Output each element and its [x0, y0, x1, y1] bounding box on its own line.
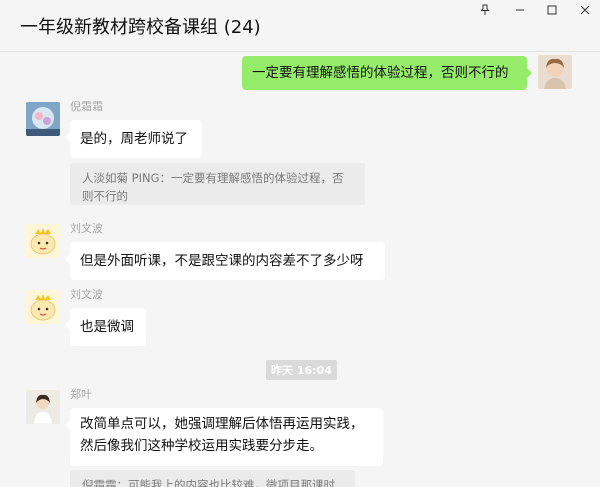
quoted-message[interactable]: 人淡如菊 PING：一定要有理解感悟的体验过程，否则不行的 [70, 163, 365, 205]
chat-title: 一年级新教材跨校备课组 (24) [20, 17, 261, 38]
close-icon[interactable] [570, 0, 600, 20]
avatar[interactable] [26, 390, 60, 424]
message-text: 一定要有理解感悟的体验过程，否则不行的 [252, 65, 509, 81]
sender-name: 刘文波 [70, 222, 103, 235]
message-bubble[interactable]: 改简单点可以，她强调理解后体悟再运用实践，然后像我们这种学校运用实践要分步走。 [65, 408, 383, 466]
avatar[interactable] [26, 102, 60, 136]
message-text: 但是外面听课，不是跟空课的内容差不了多少呀 [80, 253, 364, 269]
message-bubble[interactable]: 是的，周老师说了 [65, 120, 202, 158]
sender-name: 倪霜霜 [70, 100, 103, 113]
time-divider: 昨天 16:04 [266, 360, 337, 380]
message-text: 也是微调 [80, 319, 134, 335]
message-text: 改简单点可以，她强调理解后体悟再运用实践，然后像我们这种学校运用实践要分步走。 [80, 416, 364, 454]
sender-name: 刘文波 [70, 288, 103, 301]
sender-name: 郑叶 [70, 388, 92, 401]
message-text: 是的，周老师说了 [80, 131, 188, 147]
message-list[interactable]: 一定要有理解感悟的体验过程，否则不行的 倪霜霜 是的，周老师说了 人淡如菊 PI… [0, 52, 600, 487]
message-bubble[interactable]: 也是微调 [65, 308, 146, 346]
minimize-icon[interactable] [505, 0, 535, 20]
pin-icon[interactable] [470, 0, 500, 20]
avatar[interactable] [26, 290, 60, 324]
avatar[interactable] [26, 224, 60, 258]
maximize-icon[interactable] [537, 0, 567, 20]
quoted-message[interactable]: 倪霜霜：可能我上的内容也比较难，微项目那课时 [70, 470, 355, 487]
avatar[interactable] [538, 55, 572, 89]
message-bubble[interactable]: 一定要有理解感悟的体验过程，否则不行的 [242, 56, 532, 90]
chat-header: 一年级新教材跨校备课组 (24) [0, 0, 600, 52]
message-bubble[interactable]: 但是外面听课，不是跟空课的内容差不了多少呀 [65, 242, 385, 280]
